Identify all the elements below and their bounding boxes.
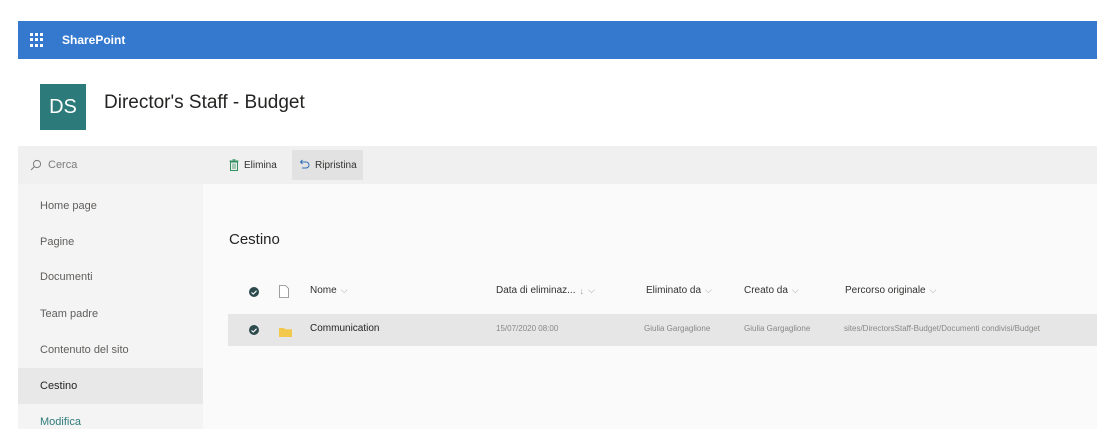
column-header-created-by[interactable]: Creato da ⌵ — [744, 285, 799, 296]
site-header: DS Director's Staff - Budget — [18, 59, 1097, 146]
left-navigation: Cerca Home page Pagine Documenti Team pa… — [18, 146, 203, 429]
nav-item-documents[interactable]: Documenti — [18, 259, 203, 295]
folder-icon — [279, 324, 292, 342]
main-content: Cestino Nome ⌵ Data di eliminaz... ↓ ⌵ E… — [203, 184, 1097, 429]
app-launcher-icon[interactable] — [30, 33, 44, 47]
select-all-checkbox[interactable] — [249, 287, 259, 297]
row-original-path: sites/DirectorsStaff-Budget/Documenti co… — [844, 324, 1040, 333]
chevron-down-icon: ⌵ — [705, 285, 712, 295]
site-title[interactable]: Director's Staff - Budget — [104, 92, 305, 114]
delete-label: Elimina — [244, 159, 277, 171]
column-header-deleted-by[interactable]: Eliminato da ⌵ — [646, 285, 712, 296]
trash-icon — [229, 159, 239, 171]
site-logo[interactable]: DS — [40, 84, 86, 130]
search-input[interactable]: Cerca — [18, 146, 203, 184]
file-type-header-icon[interactable] — [279, 285, 289, 298]
column-header-deleted-by-label: Eliminato da — [646, 285, 702, 296]
row-created-by: Giulia Gargaglione — [744, 324, 811, 333]
chevron-down-icon: ⌵ — [791, 285, 799, 295]
command-bar: Elimina Ripristina — [203, 146, 1097, 184]
undo-icon — [299, 159, 310, 169]
row-deleted-date: 15/07/2020 08:00 — [496, 324, 559, 333]
check-icon — [249, 325, 259, 335]
column-header-original-path-label: Percorso originale — [845, 285, 926, 296]
restore-button[interactable]: Ripristina — [292, 150, 363, 180]
check-icon — [249, 287, 259, 297]
document-icon — [279, 285, 289, 298]
column-header-name[interactable]: Nome ⌵ — [310, 285, 348, 296]
row-checkbox[interactable] — [249, 325, 259, 335]
nav-edit-link[interactable]: Modifica — [18, 404, 203, 440]
page-title: Cestino — [229, 231, 280, 248]
row-name[interactable]: Communication — [310, 323, 379, 334]
column-header-original-path[interactable]: Percorso originale ⌵ — [845, 285, 936, 296]
row-deleted-by: Giulia Gargaglione — [644, 324, 711, 333]
search-placeholder: Cerca — [48, 159, 78, 171]
nav-item-parent-team[interactable]: Team padre — [18, 296, 203, 332]
restore-label: Ripristina — [315, 159, 357, 171]
app-name[interactable]: SharePoint — [62, 33, 125, 47]
column-header-deleted-date[interactable]: Data di eliminaz... ↓ ⌵ — [496, 285, 595, 296]
sort-down-arrow-icon: ↓ — [579, 285, 584, 296]
chevron-down-icon: ⌵ — [340, 285, 348, 295]
column-header-deleted-date-label: Data di eliminaz... — [496, 285, 576, 296]
search-icon — [30, 159, 42, 171]
suite-bar: SharePoint — [18, 21, 1097, 59]
chevron-down-icon: ⌵ — [587, 285, 595, 295]
column-header-created-by-label: Creato da — [744, 285, 788, 296]
chevron-down-icon: ⌵ — [929, 285, 937, 295]
column-header-name-label: Nome — [310, 285, 337, 296]
nav-item-home[interactable]: Home page — [18, 188, 203, 224]
nav-item-site-contents[interactable]: Contenuto del sito — [18, 332, 203, 368]
nav-item-recycle-bin[interactable]: Cestino — [18, 368, 203, 404]
nav-item-pages[interactable]: Pagine — [18, 224, 203, 260]
table-row[interactable]: Communication 15/07/2020 08:00 Giulia Ga… — [228, 314, 1097, 346]
delete-button[interactable]: Elimina — [229, 156, 277, 174]
